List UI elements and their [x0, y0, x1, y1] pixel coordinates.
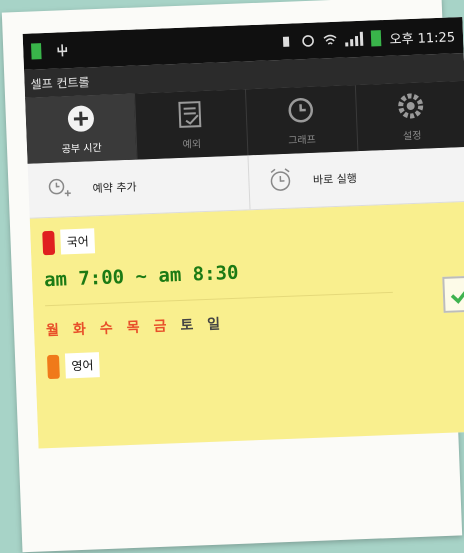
- tab-graph[interactable]: 그래프: [244, 85, 358, 156]
- gear-icon: [395, 90, 426, 121]
- signal-icon: [345, 31, 364, 47]
- tab-label: 설정: [402, 130, 422, 142]
- photo-frame: 오후 11:25 셀프 컨트롤 공부 시간 예외 그래프 설정 예약 추가 바로…: [1, 0, 464, 553]
- add-reservation-label: 예약 추가: [92, 180, 137, 196]
- plus-circle-icon: [65, 103, 96, 134]
- phone-screen: 오후 11:25 셀프 컨트롤 공부 시간 예외 그래프 설정 예약 추가 바로…: [22, 16, 464, 449]
- tab-study-time[interactable]: 공부 시간: [25, 93, 137, 164]
- battery-icon: [371, 30, 382, 47]
- day-fri: 금: [153, 318, 167, 336]
- tab-exceptions[interactable]: 예외: [134, 89, 247, 160]
- notification-icon: [31, 43, 42, 60]
- tab-settings[interactable]: 설정: [354, 80, 464, 152]
- day-thu: 목: [126, 319, 140, 337]
- wifi-icon: [323, 33, 338, 48]
- schedule-item[interactable]: 국어 am 7:00 ~ am 8:30 월 화 수 목 금 토 일: [30, 202, 464, 341]
- checklist-icon: [175, 98, 206, 129]
- enable-checkbox[interactable]: [442, 275, 464, 313]
- alarm-clock-icon: [266, 166, 293, 196]
- subject-name: 영어: [64, 352, 100, 379]
- schedule-list: 국어 am 7:00 ~ am 8:30 월 화 수 목 금 토 일 영어: [29, 201, 464, 449]
- day-wed: 수: [99, 320, 113, 338]
- day-tue: 화: [72, 321, 87, 339]
- subject-color-chip: [42, 230, 56, 255]
- checkmark-icon: [450, 285, 464, 304]
- vibrate-icon: [279, 34, 294, 49]
- subject-color-chip: [46, 354, 60, 379]
- tab-label: 그래프: [288, 134, 317, 147]
- day-mon: 월: [45, 322, 60, 340]
- clock-icon: [285, 94, 316, 125]
- tab-label: 예외: [182, 138, 202, 151]
- add-reservation-button[interactable]: 예약 추가: [28, 155, 249, 217]
- run-now-label: 바로 실행: [312, 172, 358, 187]
- run-now-button[interactable]: 바로 실행: [246, 146, 464, 210]
- subject-name: 국어: [60, 228, 96, 255]
- alarm-icon: [301, 34, 316, 49]
- alarm-add-icon: [46, 175, 73, 205]
- clock-time: 오후 11:25: [389, 29, 456, 48]
- tab-label: 공부 시간: [61, 142, 102, 155]
- usb-icon: [55, 43, 70, 58]
- day-sun: 일: [206, 316, 221, 333]
- day-sat: 토: [180, 317, 194, 335]
